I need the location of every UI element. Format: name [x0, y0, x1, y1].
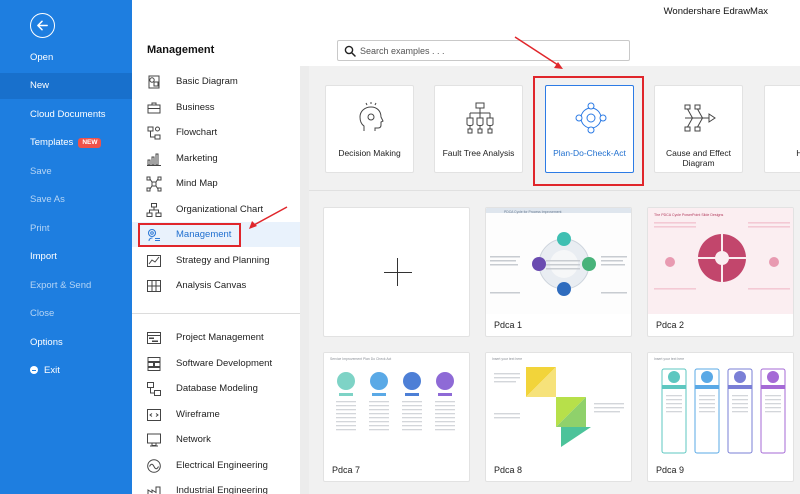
template-fault-tree-analysis[interactable]: Fault Tree Analysis: [434, 85, 523, 173]
new-badge: NEW: [78, 138, 102, 148]
category-strategy-and-planning[interactable]: Strategy and Planning: [132, 248, 300, 273]
thumb-title: Insert your text here: [654, 357, 684, 361]
bar-chart-icon: [147, 153, 161, 166]
house-of-quality-icon: [793, 101, 800, 135]
search-box[interactable]: [337, 40, 630, 61]
annotation-box-pdca: [533, 76, 644, 186]
category-flowchart[interactable]: Flowchart: [132, 120, 300, 145]
fishbone-icon: [684, 104, 716, 132]
gallery-divider: [309, 190, 800, 191]
software-icon: [147, 356, 161, 371]
example-pdca-8[interactable]: Insert your text here Pdca 8: [485, 352, 632, 482]
category-mind-map[interactable]: Mind Map: [132, 171, 300, 196]
org-chart-icon: [146, 202, 162, 217]
briefcase-icon: [147, 102, 161, 113]
example-pdca-2[interactable]: The PDCA Cycle PowerPoint Slide Designs …: [647, 207, 794, 337]
thumb-title: Insert your text here: [492, 357, 522, 361]
example-thumbnail: Service Improvement Plan Do Check Act: [324, 353, 469, 459]
category-business[interactable]: Business: [132, 95, 300, 120]
menu-open[interactable]: Open: [0, 45, 132, 71]
thumb-title: Service Improvement Plan Do Check Act: [330, 357, 391, 361]
search-input[interactable]: [360, 41, 625, 60]
example-thumbnail: Insert your text here: [648, 353, 793, 459]
category-industrial-engineering[interactable]: Industrial Engineering: [132, 478, 300, 494]
example-pdca-9[interactable]: Insert your text here Pdca 9: [647, 352, 794, 482]
menu-save-as[interactable]: Save As: [0, 187, 132, 213]
mind-map-icon: [146, 176, 162, 191]
thumb-title: The PDCA Cycle PowerPoint Slide Designs: [654, 213, 724, 217]
line-chart-icon: [147, 254, 161, 267]
category-marketing[interactable]: Marketing: [132, 146, 300, 171]
gantt-icon: [147, 331, 161, 344]
fault-tree-icon: [466, 102, 494, 134]
search-icon: [344, 45, 356, 57]
electrical-icon: [147, 458, 161, 473]
example-thumbnail: PDCA Cycle for Process Improvement: [486, 208, 631, 314]
category-network[interactable]: Network: [132, 427, 300, 452]
example-thumbnail: Insert your text here: [486, 353, 631, 459]
exit-icon: [30, 366, 38, 374]
menu-exit[interactable]: Exit: [0, 358, 132, 384]
category-basic-diagram[interactable]: Basic Diagram: [132, 69, 300, 94]
menu-print[interactable]: Print: [0, 216, 132, 242]
example-pdca-1[interactable]: PDCA Cycle for Process Improvement Pdca …: [485, 207, 632, 337]
head-icon: [359, 102, 384, 131]
menu-save[interactable]: Save: [0, 159, 132, 185]
app-title: Wondershare EdrawMax: [663, 6, 768, 17]
menu-cloud-documents[interactable]: Cloud Documents: [0, 102, 132, 128]
menu-new[interactable]: New: [0, 73, 132, 99]
category-analysis-canvas[interactable]: Analysis Canvas: [132, 273, 300, 298]
template-cause-and-effect-diagram[interactable]: Cause and Effect Diagram: [654, 85, 743, 173]
section-title: Management: [147, 44, 215, 56]
canvas-grid-icon: [147, 279, 161, 292]
wireframe-icon: [147, 408, 161, 421]
database-icon: [147, 381, 161, 396]
template-house[interactable]: House: [764, 85, 800, 173]
category-project-management[interactable]: Project Management: [132, 325, 300, 350]
menu-close[interactable]: Close: [0, 301, 132, 327]
template-decision-making[interactable]: Decision Making: [325, 85, 414, 173]
basic-diagram-icon: [148, 75, 160, 88]
new-blank-drawing-button[interactable]: [323, 207, 470, 337]
category-database-modeling[interactable]: Database Modeling: [132, 376, 300, 401]
category-organizational-chart[interactable]: Organizational Chart: [132, 197, 300, 222]
example-pdca-7[interactable]: Service Improvement Plan Do Check Act Pd…: [323, 352, 470, 482]
flowchart-icon: [147, 126, 161, 139]
menu-import[interactable]: Import: [0, 244, 132, 270]
menu-options[interactable]: Options: [0, 330, 132, 356]
annotation-box-management: [138, 223, 241, 247]
category-wireframe[interactable]: Wireframe: [132, 402, 300, 427]
backstage-menu: Open New Cloud Documents Templates NEW Sa…: [0, 0, 132, 494]
example-thumbnail: The PDCA Cycle PowerPoint Slide Designs: [648, 208, 793, 314]
category-divider: [132, 313, 300, 314]
menu-templates[interactable]: Templates NEW: [0, 130, 132, 156]
category-electrical-engineering[interactable]: Electrical Engineering: [132, 453, 300, 478]
network-icon: [147, 433, 161, 446]
category-software-development[interactable]: Software Development: [132, 351, 300, 376]
back-arrow-icon[interactable]: [30, 13, 55, 38]
industrial-icon: [147, 486, 161, 494]
thumb-title: PDCA Cycle for Process Improvement: [504, 210, 562, 214]
menu-export-send[interactable]: Export & Send: [0, 273, 132, 299]
category-scrollbar[interactable]: [300, 66, 309, 494]
